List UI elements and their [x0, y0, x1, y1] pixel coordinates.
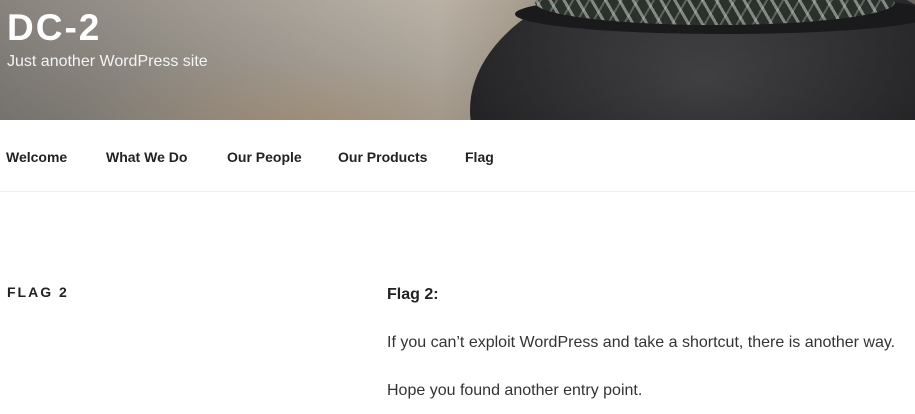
nav-item-welcome[interactable]: Welcome	[6, 148, 67, 166]
page-title: FLAG 2	[7, 284, 69, 300]
site-header: DC-2 Just another WordPress site	[0, 0, 915, 120]
nav-item-our-people[interactable]: Our People	[227, 148, 302, 166]
nav-item-what-we-do[interactable]: What We Do	[106, 148, 187, 166]
site-tagline: Just another WordPress site	[7, 53, 208, 70]
nav-item-flag[interactable]: Flag	[465, 148, 494, 166]
entry-paragraph: Hope you found another entry point.	[387, 382, 643, 399]
site-title[interactable]: DC-2	[7, 6, 101, 50]
primary-navigation: Welcome What We Do Our People Our Produc…	[0, 121, 915, 192]
entry-paragraph: If you can’t exploit WordPress and take …	[387, 334, 896, 351]
entry-heading: Flag 2:	[387, 286, 439, 303]
nav-item-our-products[interactable]: Our Products	[338, 148, 427, 166]
